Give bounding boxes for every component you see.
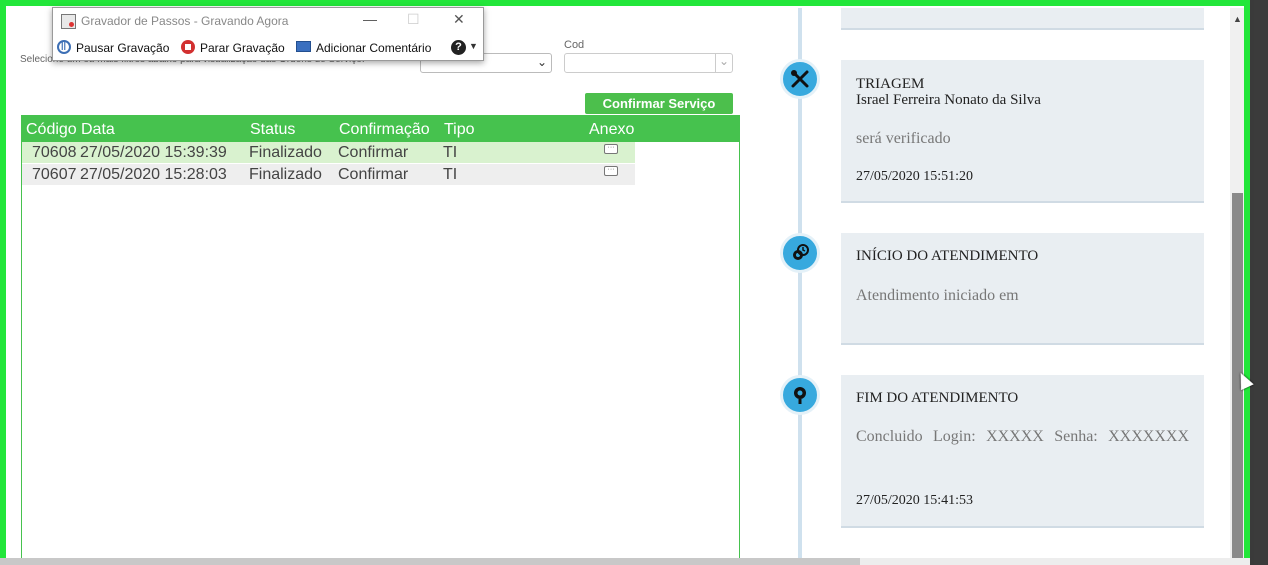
column-header-confirmacao[interactable]: Confirmação	[339, 121, 430, 139]
table-header: Código Data Status Confirmação Tipo Anex…	[22, 116, 739, 142]
cell-data: 27/05/2020 15:39:39	[80, 144, 227, 161]
chevron-down-icon[interactable]: ▼	[469, 41, 478, 51]
comment-icon[interactable]	[296, 41, 311, 52]
pause-icon[interactable]	[57, 40, 71, 54]
horizontal-scrollbar-track[interactable]	[860, 558, 1250, 565]
attachment-icon[interactable]: ···	[604, 166, 618, 176]
timeline-card-partial	[841, 8, 1204, 30]
card-date: 27/05/2020 15:51:20	[856, 169, 974, 184]
table-row[interactable]: 70608 27/05/2020 15:39:39 Finalizado Con…	[22, 142, 635, 163]
add-comment-button[interactable]: Adicionar Comentário	[316, 41, 431, 55]
stop-icon[interactable]	[181, 40, 195, 54]
column-header-codigo[interactable]: Código	[26, 121, 77, 139]
chevron-down-icon: ⌄	[536, 55, 547, 69]
cell-confirmacao[interactable]: Confirmar	[338, 144, 408, 162]
stop-recording-button[interactable]: Parar Gravação	[200, 41, 285, 55]
card-title: INÍCIO DO ATENDIMENTO	[856, 248, 1039, 264]
cell-codigo: 70608	[32, 144, 77, 161]
cod-select[interactable]: ⌄	[564, 53, 733, 73]
card-date: 27/05/2020 15:41:53	[856, 493, 974, 508]
column-header-status[interactable]: Status	[250, 121, 295, 139]
window-edge	[1254, 0, 1268, 565]
chevron-down-icon: ⌄	[715, 54, 732, 72]
recorder-title: Gravador de Passos - Gravando Agora	[81, 14, 289, 28]
recorder-toolbar: Pausar Gravação Parar Gravação Adicionar…	[53, 36, 483, 60]
steps-recorder-window: Gravador de Passos - Gravando Agora — ☐ …	[52, 7, 484, 61]
timeline-card-fim: FIM DO ATENDIMENTO Concluido Login: XXXX…	[841, 375, 1204, 528]
cell-tipo: TI	[443, 144, 458, 161]
horizontal-scrollbar-thumb[interactable]	[0, 558, 860, 565]
cell-codigo: 70607	[32, 166, 77, 183]
help-icon[interactable]: ?	[451, 40, 466, 55]
gear-check-icon	[780, 375, 820, 415]
column-header-tipo[interactable]: Tipo	[444, 121, 475, 139]
maximize-icon[interactable]: ☐	[407, 11, 420, 28]
card-subtitle: Israel Ferreira Nonato da Silva	[856, 92, 1041, 108]
table-row[interactable]: 70607 27/05/2020 15:28:03 Finalizado Con…	[22, 164, 635, 185]
column-header-data[interactable]: Data	[81, 121, 115, 139]
gear-clock-icon	[780, 233, 820, 273]
vertical-scrollbar[interactable]: ▲	[1230, 8, 1244, 560]
cell-status: Finalizado	[249, 166, 322, 183]
cod-label: Cod	[564, 39, 585, 51]
scroll-up-icon[interactable]: ▲	[1233, 14, 1242, 24]
card-title: TRIAGEM	[856, 76, 925, 92]
recorder-app-icon	[61, 14, 76, 29]
card-body: será verificado	[856, 130, 951, 147]
tools-icon	[780, 59, 820, 99]
cell-confirmacao[interactable]: Confirmar	[338, 166, 408, 184]
cell-data: 27/05/2020 15:28:03	[80, 166, 227, 183]
minimize-icon[interactable]: —	[363, 11, 377, 27]
close-icon[interactable]: ✕	[453, 11, 465, 28]
card-body: Atendimento iniciado em	[856, 287, 1019, 304]
cell-status: Finalizado	[249, 144, 322, 161]
pause-recording-button[interactable]: Pausar Gravação	[76, 41, 169, 55]
confirm-service-button[interactable]: Confirmar Serviço	[585, 93, 733, 114]
cell-tipo: TI	[443, 166, 458, 183]
orders-table: Código Data Status Confirmação Tipo Anex…	[21, 115, 740, 560]
card-title: FIM DO ATENDIMENTO	[856, 390, 1019, 406]
attachment-icon[interactable]: ···	[604, 144, 618, 154]
timeline-card-triagem: TRIAGEM Israel Ferreira Nonato da Silva …	[841, 60, 1204, 203]
column-header-anexo[interactable]: Anexo	[589, 121, 634, 139]
timeline-card-inicio: INÍCIO DO ATENDIMENTO Atendimento inicia…	[841, 233, 1204, 345]
card-body: Concluido Login: XXXXX Senha: XXXXXXX	[856, 428, 1189, 445]
